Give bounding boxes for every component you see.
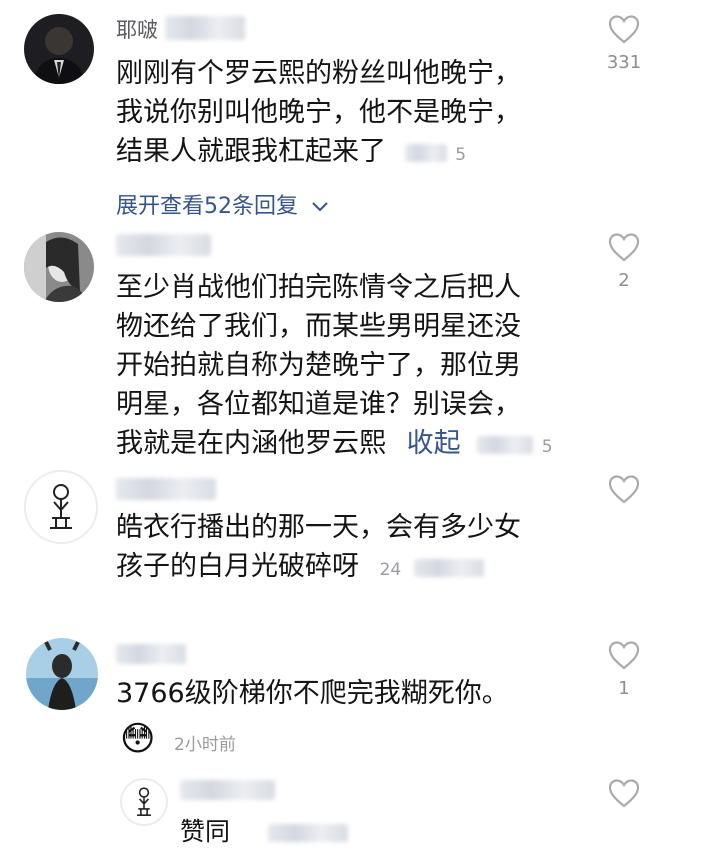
like-count: 1 [618,678,630,699]
username-text: 耶啵 [116,18,158,42]
comment-line: 孩子的白月光破碎呀 24 [116,547,586,590]
blurred-meta [404,143,447,162]
heart-icon[interactable] [608,14,640,44]
comment-line: 明星，各位都知道是谁？别误会， [116,389,521,420]
comment-line: 赞同 [180,812,580,851]
comment-time: 2小时前 [174,735,236,755]
username[interactable]: 耶啵 [116,14,158,44]
heart-icon[interactable] [608,232,640,262]
comment-meta: 24 [379,560,402,580]
comment-line: 结果人就跟我杠起来了 5 [116,136,467,167]
comment-text: 刚刚有个罗云熙的粉丝叫他晚宁， 我说你别叫他晚宁，他不是晚宁， 结果人就跟我杠起… [116,54,586,175]
avatar[interactable] [26,638,98,710]
comment-line: 我就是在内涵他罗云熙 收起 5 [116,428,553,459]
expand-replies-button[interactable]: 展开查看52条回复 [116,188,329,220]
comment-line: 刚刚有个罗云熙的粉丝叫他晚宁， [116,58,521,89]
comment-2: 至少肖战他们拍完陈情令之后把人 物还给了我们，而某些男明星还没 开始拍就自称为楚… [0,230,719,470]
comment-line: 皓衣行播出的那一天，会有多少女 [116,512,521,543]
comment-text: 至少肖战他们拍完陈情令之后把人 物还给了我们，而某些男明星还没 开始拍就自称为楚… [116,268,586,467]
avatar[interactable] [24,470,98,544]
comment-meta: 5 [541,437,553,457]
comment-line: 我说你别叫他晚宁，他不是晚宁， [116,97,521,128]
avatar[interactable] [120,778,168,826]
blurred-meta [477,435,534,454]
avatar[interactable] [24,232,94,302]
like-count: 331 [606,52,642,73]
blurred-username [180,780,275,800]
blurred-username [165,16,245,40]
blurred-username [116,644,186,664]
comment-text: 3766级阶梯你不爬完我糊死你。 [116,674,596,713]
comment-1: 耶啵 刚刚有个罗云熙的粉丝叫他晚宁， 我说你别叫他晚宁，他不是晚宁， 结果人就跟… [0,0,719,230]
heart-icon[interactable] [608,474,640,504]
chevron-down-icon [312,202,328,212]
collapse-link[interactable]: 收起 [407,428,461,459]
avatar[interactable] [24,14,94,84]
comment-text: 皓衣行播出的那一天，会有多少女 孩子的白月光破碎呀 24 [116,508,586,590]
blurred-username [116,234,211,256]
heart-icon[interactable] [608,640,640,670]
blurred-meta [267,824,348,842]
emoji-sticker: 😳 [120,720,155,758]
flushed-face-icon: 😳 [120,719,156,759]
blurred-meta [413,558,484,577]
heart-icon[interactable] [608,778,640,808]
blurred-username [116,478,216,500]
like-button[interactable]: 331 [596,14,652,73]
comment-line: 至少肖战他们拍完陈情令之后把人 [116,272,521,303]
comment-text: 赞同 [180,812,580,851]
like-count: 2 [618,270,630,291]
expand-replies-label: 展开查看52条回复 [116,194,298,219]
comment-meta: 5 [455,145,467,165]
like-button[interactable] [596,474,652,512]
like-button[interactable]: 2 [596,232,652,291]
comment-line: 开始拍就自称为楚晚宁了，那位男 [116,350,521,381]
reply-1: 赞同 [0,770,719,860]
like-button[interactable]: 1 [596,640,652,699]
comment-3: 皓衣行播出的那一天，会有多少女 孩子的白月光破碎呀 24 [0,470,719,630]
like-button[interactable] [596,778,652,816]
comment-line: 3766级阶梯你不爬完我糊死你。 [116,678,509,709]
comment-4: 3766级阶梯你不爬完我糊死你。 😳 2小时前 1 [0,630,719,770]
comment-line: 物还给了我们，而某些男明星还没 [116,311,521,342]
